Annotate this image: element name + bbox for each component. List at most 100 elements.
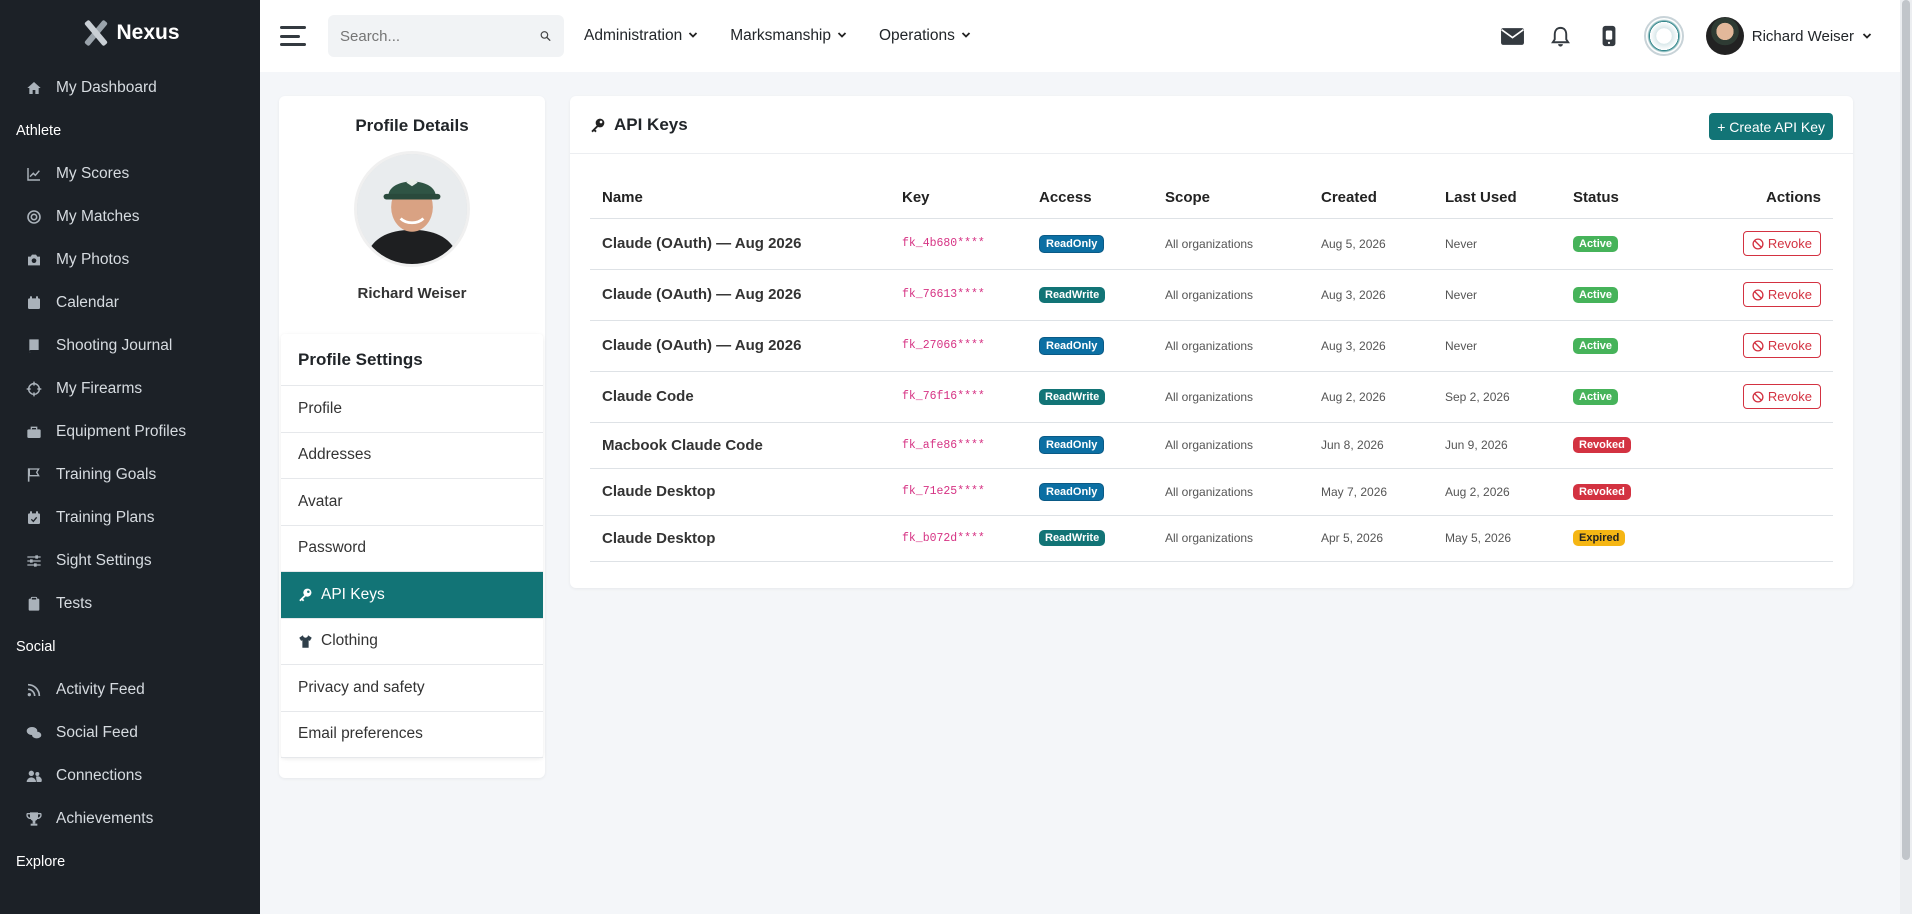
scope-cell: All organizations [1153,422,1309,469]
actions-cell [1681,422,1833,469]
ban-icon [1752,390,1764,403]
key-icon [298,587,313,602]
search-icon[interactable] [539,27,552,45]
settings-item-clothing[interactable]: Clothing [281,619,543,665]
profile-details-title: Profile Details [355,116,469,135]
sidebar-item-my-scores[interactable]: My Scores [0,152,260,195]
key-name: Claude Code [590,371,890,423]
sidebar-item-achievements[interactable]: Achievements [0,797,260,840]
sidebar-item-equipment-profiles[interactable]: Equipment Profiles [0,410,260,453]
chevron-down-icon [837,27,847,45]
column-header-last-used[interactable]: Last Used [1433,178,1561,219]
revoke-label: Revoke [1767,287,1812,302]
search-input[interactable] [340,27,539,45]
revoke-label: Revoke [1767,338,1812,353]
sliders-icon [25,552,42,569]
organization-logo-icon[interactable] [1643,16,1684,56]
sidebar-item-calendar[interactable]: Calendar [0,281,260,324]
last-used-cell: Never [1433,269,1561,321]
sidebar-item-connections[interactable]: Connections [0,754,260,797]
status-cell: Active [1561,371,1681,423]
status-cell: Active [1561,320,1681,372]
search-box [328,15,564,57]
users-icon [25,767,42,784]
settings-item-password[interactable]: Password [281,526,543,572]
status-cell: Revoked [1561,468,1681,516]
bell-icon[interactable] [1548,23,1574,49]
created-cell: Aug 5, 2026 [1309,218,1433,270]
created-cell: May 7, 2026 [1309,468,1433,516]
key-value: fk_76613**** [890,269,1027,321]
sidebar-item-label: My Matches [56,207,140,225]
top-menu-administration[interactable]: Administration [584,27,698,45]
sidebar-item-my-dashboard[interactable]: My Dashboard [0,66,260,109]
column-header-created[interactable]: Created [1309,178,1433,219]
hamburger-menu-icon[interactable] [280,26,306,46]
sidebar-item-label: My Photos [56,250,130,268]
mail-icon[interactable] [1500,23,1526,49]
profile-card: Profile Details Richard Weiser Profile S… [279,96,545,778]
profile-settings-title: Profile Settings [281,334,543,386]
settings-item-profile[interactable]: Profile [281,386,543,433]
column-header-status[interactable]: Status [1561,178,1681,219]
key-name: Claude Desktop [590,515,890,562]
shirt-icon [298,634,313,649]
access-cell: ReadWrite [1027,515,1153,562]
status-badge: Active [1573,286,1619,303]
page-scrollbar[interactable] [1900,0,1912,914]
column-header-key[interactable]: Key [890,178,1027,219]
sidebar-section-explore: Explore [16,853,66,870]
sidebar-item-activity-feed[interactable]: Activity Feed [0,668,260,711]
status-badge: Revoked [1573,437,1631,453]
sidebar-item-my-firearms[interactable]: My Firearms [0,367,260,410]
comments-icon [25,724,42,741]
sidebar-item-shooting-journal[interactable]: Shooting Journal [0,324,260,367]
column-header-access[interactable]: Access [1027,178,1153,219]
chevron-down-icon [961,27,971,45]
column-header-scope[interactable]: Scope [1153,178,1309,219]
top-menu-operations[interactable]: Operations [879,27,971,45]
revoke-button[interactable]: Revoke [1742,282,1821,307]
settings-item-addresses[interactable]: Addresses [281,433,543,479]
settings-item-avatar[interactable]: Avatar [281,479,543,526]
sidebar-item-label: Equipment Profiles [56,422,187,440]
column-header-name[interactable]: Name [590,178,890,219]
actions-cell [1681,468,1833,516]
revoke-button[interactable]: Revoke [1742,231,1821,256]
key-value: fk_71e25**** [890,468,1027,516]
calendar-check-icon [25,509,42,526]
table-row: Claude (OAuth) — Aug 2026 fk_27066**** Rea… [590,320,1833,372]
scope-cell: All organizations [1153,269,1309,321]
sidebar-item-social-feed[interactable]: Social Feed [0,711,260,754]
sidebar-item-training-plans[interactable]: Training Plans [0,496,260,539]
sidebar-item-tests[interactable]: Tests [0,582,260,625]
scope-cell: All organizations [1153,468,1309,516]
brand[interactable]: Nexus [0,0,260,66]
revoke-button[interactable]: Revoke [1742,333,1821,358]
status-badge: Expired [1573,530,1626,546]
chart-line-icon [25,165,42,182]
sidebar-item-training-goals[interactable]: Training Goals [0,453,260,496]
sidebar-item-label: My Scores [56,164,130,182]
key-value: fk_27066**** [890,320,1027,372]
sidebar-item-sight-settings[interactable]: Sight Settings [0,539,260,582]
top-menu-marksmanship[interactable]: Marksmanship [730,27,847,45]
api-keys-title: API Keys [614,114,688,134]
api-keys-table: Name Key Access Scope Created Last Used Status… [590,178,1833,562]
last-used-cell: Sep 2, 2026 [1433,371,1561,423]
revoke-button[interactable]: Revoke [1742,384,1821,409]
ban-icon [1752,237,1764,250]
sidebar-item-my-matches[interactable]: My Matches [0,195,260,238]
column-header-actions[interactable]: Actions [1681,178,1833,219]
profile-name: Richard Weiser [357,285,467,302]
access-cell: ReadWrite [1027,371,1153,423]
settings-item-api-keys[interactable]: API Keys [281,572,543,619]
brand-name: Nexus [116,21,180,44]
sidebar-item-my-photos[interactable]: My Photos [0,238,260,281]
device-icon[interactable] [1596,23,1622,49]
settings-item-email-preferences[interactable]: Email preferences [281,712,543,758]
settings-item-privacy-and-safety[interactable]: Privacy and safety [281,665,543,712]
user-menu[interactable]: Richard Weiser [1705,17,1872,55]
create-api-key-button[interactable]: + Create API Key [1709,113,1833,140]
scope-cell: All organizations [1153,515,1309,562]
